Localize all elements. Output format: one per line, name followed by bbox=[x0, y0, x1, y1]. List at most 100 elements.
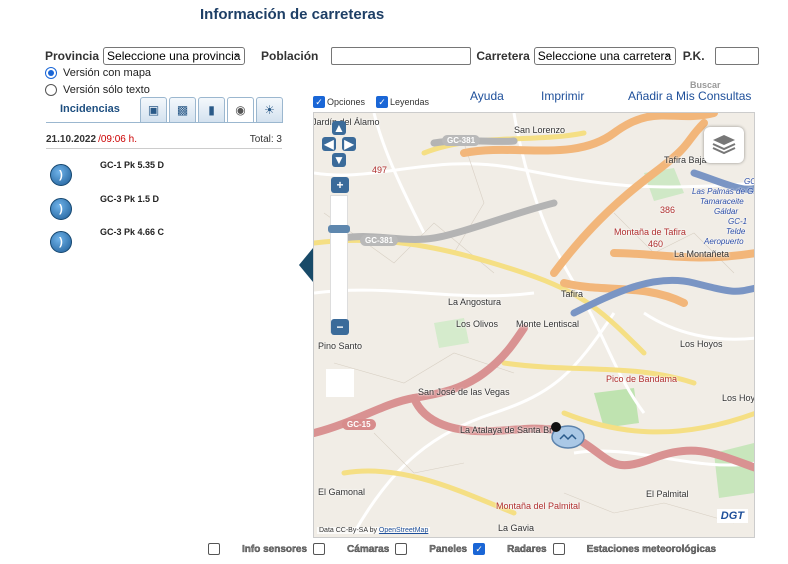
tab-cameras[interactable]: ▩ bbox=[169, 97, 196, 123]
road-map[interactable]: Jardín del Álamo San Lorenzo Tafira Baja… bbox=[313, 112, 755, 538]
map-overview-box bbox=[326, 369, 354, 397]
collapse-panel-arrow[interactable] bbox=[299, 248, 313, 282]
incidencias-total: Total: 3 bbox=[249, 134, 282, 145]
pan-up-icon[interactable]: ▲ bbox=[332, 121, 346, 135]
info-icon: ▮ bbox=[208, 103, 215, 117]
map-place-label: Montaña de Tafira bbox=[614, 227, 686, 237]
poblacion-input[interactable] bbox=[331, 47, 472, 65]
map-place-label: San Lorenzo bbox=[514, 125, 566, 135]
tab-sensors[interactable]: ▮ bbox=[198, 97, 225, 123]
tab-incidents[interactable]: ◉ bbox=[227, 97, 254, 123]
zoom-slider-handle[interactable] bbox=[328, 225, 350, 233]
elevation-label: 386 bbox=[660, 205, 676, 215]
incidencias-tabs: ▣ ▩ ▮ ◉ ☀ bbox=[140, 97, 285, 123]
incidencias-label: Incidencias bbox=[60, 103, 120, 115]
layers-icon bbox=[712, 135, 736, 155]
info-sensores-toggle[interactable]: Info sensores bbox=[208, 543, 307, 555]
pan-down-icon[interactable]: ▼ bbox=[332, 153, 346, 167]
version-mapa-radio[interactable] bbox=[45, 67, 57, 79]
opciones-checkbox[interactable]: ✓ bbox=[313, 96, 325, 108]
poblacion-label: Población bbox=[261, 49, 319, 63]
panel-icon: ▣ bbox=[147, 103, 160, 117]
zoom-in-icon[interactable]: + bbox=[331, 177, 349, 193]
search-bar: Provincia Seleccione una provincia ⌄ Pob… bbox=[45, 46, 759, 66]
ayuda-link[interactable]: Ayuda bbox=[470, 89, 504, 103]
map-place-label: Telde bbox=[726, 227, 746, 236]
estaciones-toggle[interactable]: Estaciones meteorológicas bbox=[552, 543, 717, 555]
leyendas-checkbox[interactable]: ✓ bbox=[376, 96, 388, 108]
provincia-select[interactable]: Seleccione una provincia ⌄ bbox=[103, 47, 246, 65]
zoom-out-icon[interactable]: − bbox=[331, 319, 349, 335]
map-place-label: San José de las Vegas bbox=[418, 387, 510, 397]
pk-label: P.K. bbox=[682, 49, 705, 63]
version-texto-label: Versión sólo texto bbox=[63, 84, 150, 96]
estaciones-checkbox[interactable] bbox=[552, 543, 565, 555]
version-texto-option[interactable]: Versión sólo texto bbox=[45, 84, 150, 96]
map-place-label: Pino Santo bbox=[318, 341, 363, 351]
opciones-toggle[interactable]: ✓ Opciones bbox=[313, 96, 365, 108]
carretera-select[interactable]: Seleccione una carretera ⌄ bbox=[533, 47, 676, 65]
openstreetmap-link[interactable]: OpenStreetMap bbox=[379, 527, 428, 534]
imprimir-link[interactable]: Imprimir bbox=[541, 89, 584, 103]
map-place-label: El Palmital bbox=[646, 489, 689, 499]
map-place-label: La Montañeta bbox=[674, 249, 730, 259]
list-item[interactable]: ) GC-1 Pk 5.35 D bbox=[50, 160, 164, 186]
zoom-slider[interactable] bbox=[330, 195, 348, 333]
tab-panels[interactable]: ▣ bbox=[140, 97, 167, 123]
camaras-checkbox[interactable] bbox=[313, 543, 326, 555]
map-attribution: Data CC-By-SA by OpenStreetMap bbox=[317, 527, 431, 534]
map-place-label: El Gamonal bbox=[318, 487, 366, 497]
leyendas-toggle[interactable]: ✓ Leyendas bbox=[376, 96, 429, 108]
estaciones-label: Estaciones meteorológicas bbox=[586, 543, 717, 555]
version-mapa-label: Versión con mapa bbox=[63, 67, 152, 79]
pan-left-icon[interactable]: ◀ bbox=[322, 137, 336, 151]
incidencias-header: 21.10.2022 /09:06 h. Total: 3 bbox=[46, 134, 282, 145]
pan-right-icon[interactable]: ▶ bbox=[342, 137, 356, 151]
tab-weather[interactable]: ☀ bbox=[256, 97, 283, 123]
version-mapa-option[interactable]: Versión con mapa bbox=[45, 67, 151, 79]
map-place-label: Los Olivos bbox=[456, 319, 499, 329]
incident-icon: ) bbox=[50, 231, 72, 253]
info-sensores-label: Info sensores bbox=[242, 543, 308, 555]
carretera-label: Carretera bbox=[476, 49, 530, 63]
road-shield: GC-381 bbox=[442, 135, 481, 146]
list-item[interactable]: ) GC-3 Pk 4.66 C bbox=[50, 227, 164, 253]
map-place-label: Pico de Bandama bbox=[606, 374, 678, 384]
map-place-label: Gáldar bbox=[714, 207, 739, 216]
page-title: Información de carreteras bbox=[200, 6, 385, 23]
incident-marker-icon[interactable] bbox=[550, 421, 594, 451]
paneles-toggle[interactable]: Paneles bbox=[395, 543, 467, 555]
map-place-label: Montaña del Palmital bbox=[496, 501, 581, 511]
road-shield: GC-381 bbox=[360, 235, 399, 246]
radares-toggle[interactable]: ✓ Radares bbox=[473, 543, 547, 555]
map-place-label: Tafira bbox=[561, 289, 584, 299]
layers-button[interactable] bbox=[704, 127, 744, 163]
weather-icon: ☀ bbox=[264, 103, 275, 117]
map-place-label: Monte Lentiscal bbox=[516, 319, 580, 329]
incident-icon: ) bbox=[50, 164, 72, 186]
signal-icon: ◉ bbox=[235, 103, 246, 117]
camaras-toggle[interactable]: Cámaras bbox=[313, 543, 389, 555]
radares-checkbox[interactable]: ✓ bbox=[473, 543, 486, 555]
info-sensores-checkbox[interactable] bbox=[208, 543, 220, 555]
version-texto-radio[interactable] bbox=[45, 84, 57, 96]
pk-input[interactable] bbox=[714, 47, 759, 65]
leyendas-label: Leyendas bbox=[390, 97, 430, 107]
map-place-label: GC-1 bbox=[728, 217, 748, 226]
divider bbox=[46, 148, 282, 149]
incidencias-time: /09:06 h. bbox=[98, 134, 137, 145]
map-place-label: La Angostura bbox=[448, 297, 502, 307]
provincia-select-value: Seleccione una provincia bbox=[107, 49, 241, 63]
paneles-checkbox[interactable] bbox=[395, 543, 408, 555]
pan-control[interactable]: ▲ ◀ ▶ ▼ bbox=[322, 121, 356, 171]
map-place-label: GC-3 bbox=[744, 177, 755, 186]
map-place-label: Aeropuerto bbox=[704, 237, 744, 246]
map-place-label: Los Hoy bbox=[722, 393, 755, 403]
radares-label: Radares bbox=[507, 543, 547, 555]
mis-consultas-link[interactable]: Añadir a Mis Consultas bbox=[628, 89, 751, 103]
list-item[interactable]: ) GC-3 Pk 1.5 D bbox=[50, 194, 159, 220]
chevron-down-icon: ⌄ bbox=[232, 48, 242, 59]
elevation-label: 497 bbox=[372, 165, 388, 175]
incident-icon: ) bbox=[50, 198, 72, 220]
map-place-label: Los Hoyos bbox=[680, 339, 723, 349]
